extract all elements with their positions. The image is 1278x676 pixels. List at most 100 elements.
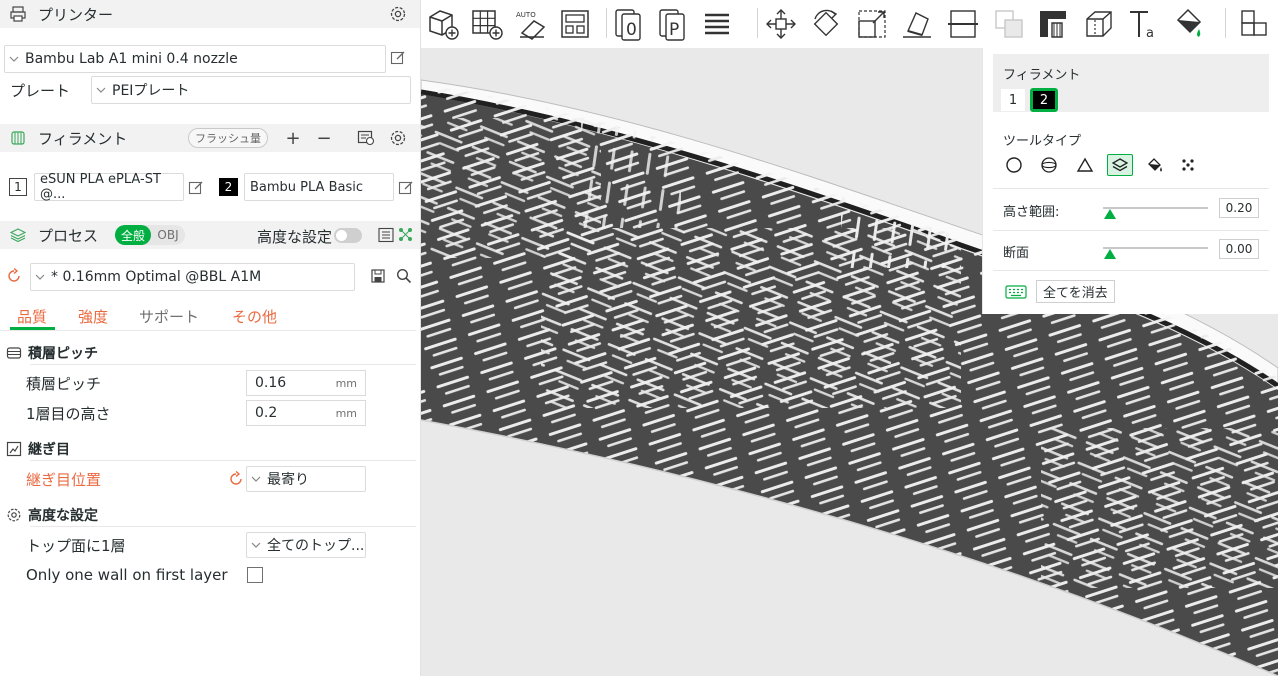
section-slider-thumb[interactable] — [1104, 249, 1116, 259]
boolean-icon[interactable] — [991, 6, 1027, 42]
support-paint-icon[interactable] — [1035, 6, 1071, 42]
circle-tool-icon[interactable] — [1001, 154, 1027, 176]
plate-select[interactable]: PEIプレート — [91, 76, 411, 104]
fill-tool-icon[interactable] — [1142, 154, 1168, 176]
filament-settings-gear-icon[interactable] — [389, 129, 407, 147]
printer-title: プリンター — [38, 5, 114, 24]
panel-divider — [993, 188, 1269, 189]
layer-height-icon — [6, 345, 22, 361]
layers-icon[interactable] — [699, 6, 735, 42]
seam-group-label: 継ぎ目 — [28, 442, 70, 458]
height-range-slider[interactable] — [1103, 207, 1208, 209]
move-icon[interactable] — [763, 6, 799, 42]
chevron-down-icon — [251, 476, 267, 482]
svg-text:AUTO: AUTO — [516, 11, 536, 19]
section-input[interactable]: 0.00 — [1219, 239, 1259, 259]
process-preset-value: * 0.16mm Optimal @BBL A1M — [51, 269, 262, 285]
save-preset-icon[interactable] — [371, 268, 385, 284]
filament-1-edit-icon[interactable] — [188, 180, 204, 196]
rotate-icon[interactable] — [808, 6, 844, 42]
flush-volume-button[interactable]: フラッシュ量 — [188, 128, 268, 148]
panel-divider — [993, 230, 1269, 231]
filament-1-select[interactable]: eSUN PLA ePLA-ST @... — [34, 172, 184, 202]
first-layer-height-label: 1層目の高さ — [26, 405, 111, 423]
top-one-wall-select[interactable]: 全てのトップ... — [246, 532, 366, 558]
triangle-tool-icon[interactable] — [1072, 154, 1098, 176]
filament-1-swatch[interactable]: 1 — [9, 178, 27, 196]
split-parts-icon[interactable]: P — [655, 6, 691, 42]
assembly-icon[interactable] — [1236, 6, 1272, 42]
layer-height-input[interactable]: 0.16 mm — [246, 370, 366, 396]
filament-2-name: Bambu PLA Basic — [250, 179, 363, 195]
keyboard-shortcuts-icon[interactable] — [1005, 285, 1027, 299]
paint-filament-2-button[interactable]: 2 — [1030, 88, 1058, 112]
cut-icon[interactable] — [945, 6, 981, 42]
layer-height-label: 積層ピッチ — [26, 375, 102, 393]
process-layers-icon — [10, 227, 26, 243]
tab-support[interactable]: サポート — [139, 306, 199, 327]
toggle-obj[interactable]: OBJ — [151, 228, 185, 242]
process-preset-select[interactable]: * 0.16mm Optimal @BBL A1M — [30, 263, 355, 291]
sidebar: プリンター Bambu Lab A1 mini 0.4 nozzle プレート … — [0, 0, 421, 676]
layer-height-unit: mm — [335, 376, 357, 390]
text-icon[interactable]: a — [1126, 6, 1162, 42]
add-plate-icon[interactable] — [469, 6, 505, 42]
section-slider[interactable] — [1103, 247, 1208, 249]
printer-select-value: Bambu Lab A1 mini 0.4 nozzle — [25, 51, 238, 67]
tab-strength[interactable]: 強度 — [78, 306, 108, 327]
chevron-down-icon — [96, 87, 112, 93]
scale-icon[interactable] — [854, 6, 890, 42]
height-range-input[interactable]: 0.20 — [1219, 198, 1259, 218]
search-icon[interactable] — [396, 268, 412, 284]
first-layer-height-value: 0.2 — [255, 405, 278, 421]
split-objects-icon[interactable]: 0 — [611, 6, 647, 42]
printer-section-header: プリンター — [0, 0, 420, 28]
compare-presets-icon[interactable] — [378, 227, 394, 243]
tool-type-label: ツールタイプ — [1003, 134, 1082, 149]
reset-preset-icon[interactable] — [6, 267, 22, 284]
svg-text:P: P — [669, 20, 679, 40]
height-range-slider-thumb[interactable] — [1104, 209, 1116, 219]
auto-orient-icon[interactable]: AUTO — [513, 6, 549, 42]
gap-fill-tool-icon[interactable] — [1175, 154, 1201, 176]
printer-select[interactable]: Bambu Lab A1 mini 0.4 nozzle — [4, 45, 386, 73]
paint-filament-1-button[interactable]: 1 — [1001, 89, 1025, 111]
seam-position-select[interactable]: 最寄り — [246, 466, 366, 492]
first-layer-height-unit: mm — [335, 406, 357, 420]
first-layer-height-input[interactable]: 0.2 mm — [246, 400, 366, 426]
seam-paint-icon[interactable] — [1081, 6, 1117, 42]
advanced-settings-switch[interactable] — [334, 228, 362, 243]
group-divider — [30, 526, 416, 527]
add-filament-icon[interactable]: + — [285, 128, 301, 149]
filament-2-select[interactable]: Bambu PLA Basic — [244, 173, 394, 201]
lay-on-face-icon[interactable] — [899, 6, 935, 42]
remove-filament-icon[interactable]: − — [316, 128, 332, 149]
sync-filament-icon[interactable] — [357, 130, 375, 146]
global-object-toggle[interactable]: 全般 OBJ — [115, 225, 185, 245]
height-range-tool-icon[interactable] — [1107, 154, 1133, 176]
tab-others[interactable]: その他 — [232, 306, 277, 327]
toggle-global[interactable]: 全般 — [115, 225, 151, 245]
add-object-icon[interactable] — [425, 6, 461, 42]
advanced-gear-icon — [6, 507, 22, 523]
printer-edit-icon[interactable] — [390, 50, 406, 66]
color-paint-icon[interactable] — [1171, 6, 1207, 42]
process-section-header: プロセス 全般 OBJ 高度な設定 — [0, 221, 420, 249]
filament-section-header: フィラメント フラッシュ量 + − — [0, 124, 420, 152]
filament-icon — [10, 130, 26, 146]
only-one-wall-first-layer-checkbox[interactable] — [247, 567, 263, 583]
tab-divider — [0, 330, 416, 331]
advanced-group-title: 高度な設定 — [6, 505, 98, 525]
clear-all-button[interactable]: 全てを消去 — [1036, 280, 1115, 303]
process-tree-icon[interactable] — [398, 227, 414, 243]
filament-2-edit-icon[interactable] — [398, 180, 414, 196]
sphere-tool-icon[interactable] — [1036, 154, 1062, 176]
printer-settings-gear-icon[interactable] — [389, 5, 407, 23]
plate-label: プレート — [10, 82, 71, 100]
layer-height-group-label: 積層ピッチ — [28, 346, 98, 362]
arrange-icon[interactable] — [557, 6, 593, 42]
tab-quality[interactable]: 品質 — [17, 306, 47, 327]
reset-seam-position-icon[interactable] — [228, 470, 244, 487]
seam-position-value: 最寄り — [267, 472, 309, 488]
filament-2-swatch[interactable]: 2 — [219, 178, 238, 196]
